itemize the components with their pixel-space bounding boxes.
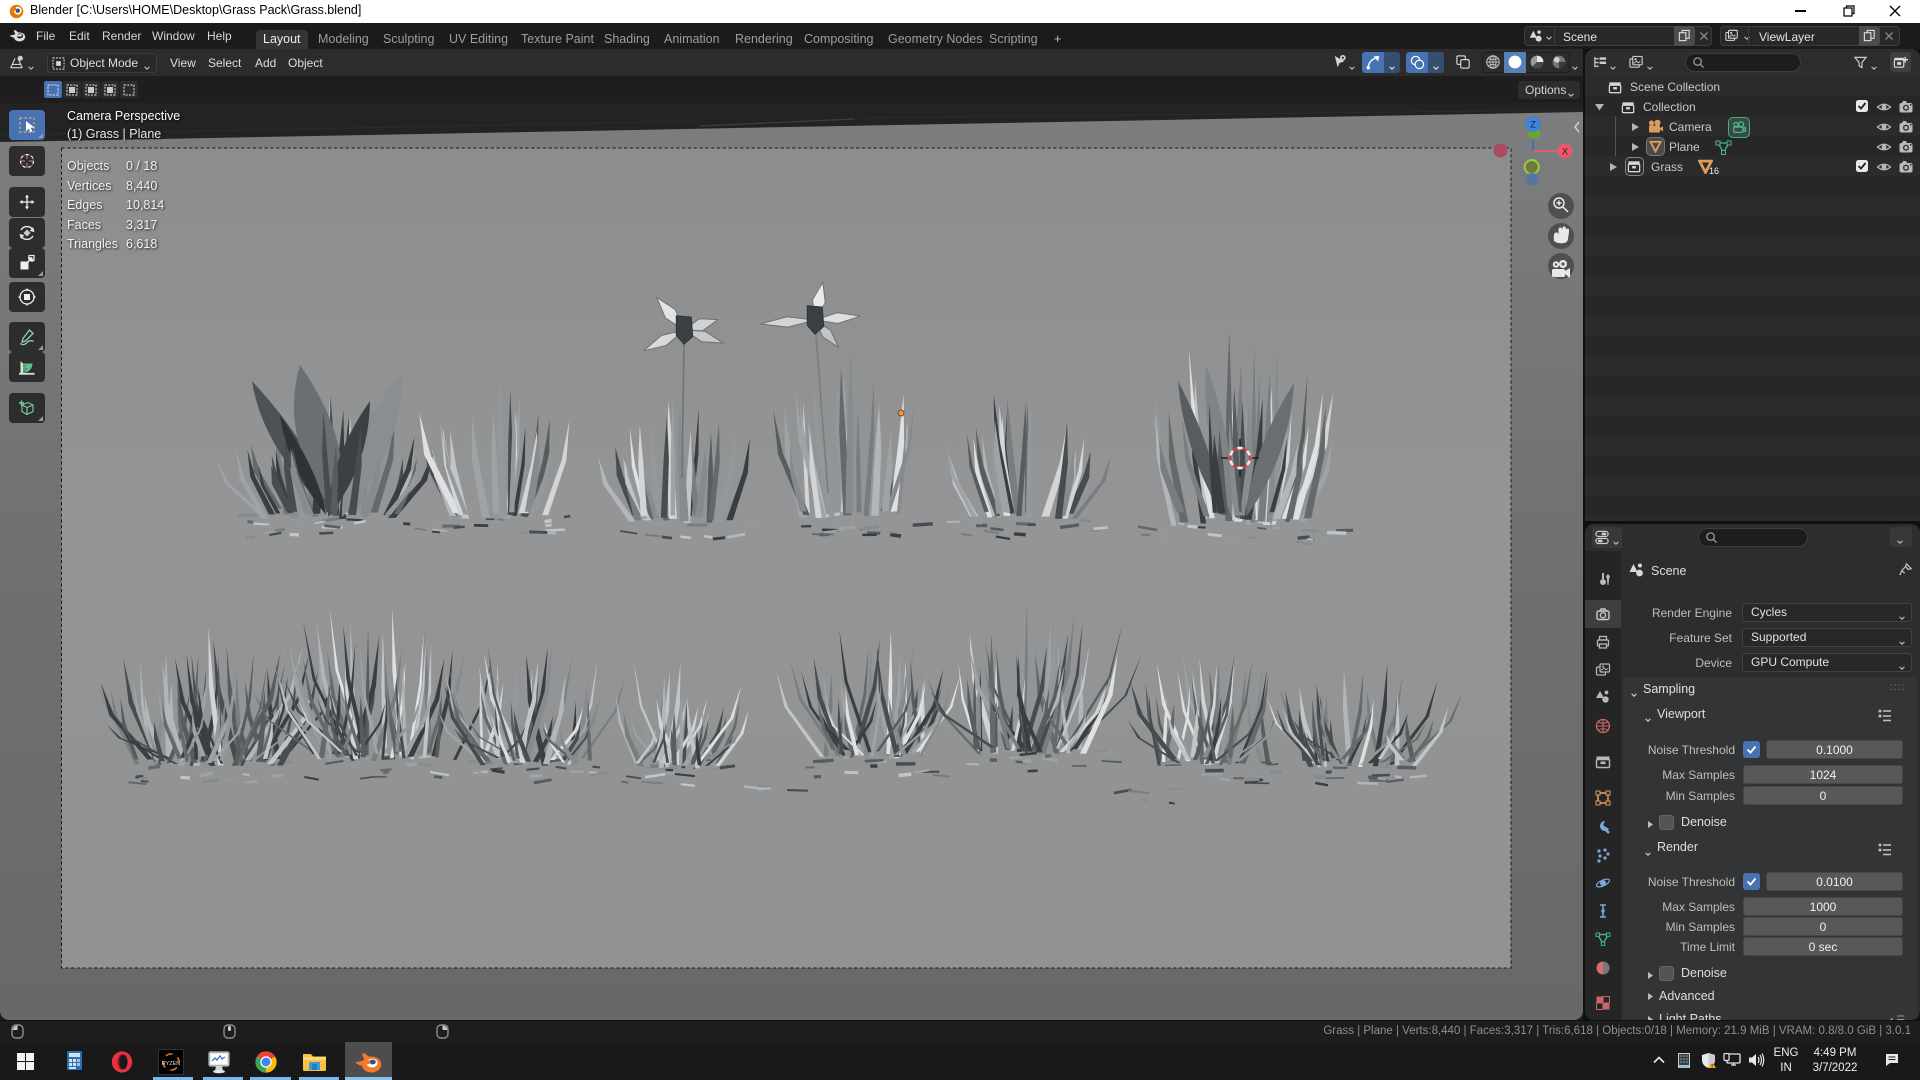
svg-text:RYZEN: RYZEN — [162, 1061, 181, 1067]
svg-text:Z: Z — [1530, 120, 1536, 131]
svg-text:X: X — [1562, 147, 1569, 158]
